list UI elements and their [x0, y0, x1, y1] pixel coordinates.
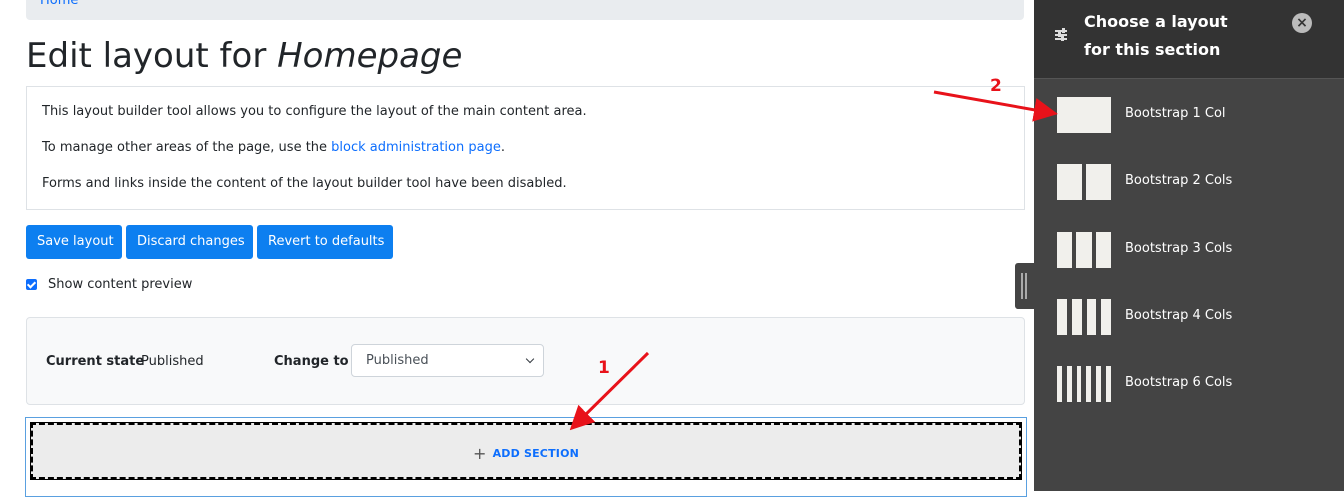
annotation-number-2: 2 [990, 76, 1002, 96]
layout-option-1-col[interactable]: Bootstrap 1 Col [1057, 95, 1327, 135]
preview-label: Show content preview [48, 276, 193, 292]
change-to-label: Change to [274, 354, 349, 369]
current-state-value: Published [141, 354, 204, 369]
columns-4-icon [1057, 299, 1111, 335]
page-title-prefix: Edit layout for [26, 36, 278, 76]
show-content-preview[interactable]: Show content preview [26, 275, 192, 293]
page-title: Edit layout for Homepage [26, 36, 462, 76]
columns-6-icon [1057, 366, 1111, 402]
layout-option-label: Bootstrap 3 Cols [1125, 241, 1233, 256]
layout-option-2-col[interactable]: Bootstrap 2 Cols [1057, 162, 1327, 202]
columns-3-icon [1057, 232, 1111, 268]
sidebar-header: Choose a layout for this section × [1034, 0, 1344, 79]
discard-changes-button[interactable]: Discard changes [126, 225, 253, 259]
sidebar-title: Choose a layout for this section [1084, 12, 1228, 59]
help-message: This layout builder tool allows you to c… [26, 86, 1025, 210]
moderation-state-panel: Current state Published Change to Publis… [26, 317, 1025, 405]
layout-option-4-col[interactable]: Bootstrap 4 Cols [1057, 297, 1327, 337]
plus-icon: + [472, 444, 487, 463]
layout-option-label: Bootstrap 2 Cols [1125, 173, 1233, 188]
help-line-1: This layout builder tool allows you to c… [42, 104, 587, 119]
layout-option-label: Bootstrap 6 Cols [1125, 375, 1233, 390]
layout-option-6-col[interactable]: Bootstrap 6 Cols [1057, 364, 1327, 404]
current-state-label: Current state [46, 354, 145, 369]
revert-to-defaults-button[interactable]: Revert to defaults [257, 225, 393, 259]
change-to-selected-value: Published [366, 353, 429, 368]
help-line-2-suffix: . [500, 140, 505, 155]
chevron-down-icon [525, 354, 535, 364]
change-to-select[interactable]: Published [351, 344, 544, 377]
add-section-label: ADD SECTION [492, 447, 580, 460]
help-line-2-prefix: To manage other areas of the page, use t… [42, 140, 332, 155]
layout-option-label: Bootstrap 4 Cols [1125, 308, 1233, 323]
close-icon[interactable]: × [1292, 13, 1312, 33]
columns-1-icon [1057, 97, 1111, 133]
sidebar-resize-handle[interactable] [1015, 263, 1034, 309]
columns-2-icon [1057, 164, 1111, 200]
block-admin-link[interactable]: block administration page [331, 140, 501, 155]
breadcrumb: Home [26, 0, 1024, 20]
save-layout-button[interactable]: Save layout [26, 225, 122, 259]
layout-builder-region: + ADD SECTION [25, 417, 1027, 497]
off-canvas-sidebar: Choose a layout for this section × Boots… [1034, 0, 1344, 491]
annotation-number-1: 1 [598, 358, 610, 378]
help-line-2: To manage other areas of the page, use t… [42, 140, 505, 155]
preview-checkbox[interactable] [26, 278, 37, 290]
layout-option-3-col[interactable]: Bootstrap 3 Cols [1057, 230, 1327, 270]
settings-sliders-icon [1054, 28, 1068, 42]
add-section-link[interactable]: + ADD SECTION [33, 444, 1019, 463]
page-title-node: Homepage [277, 36, 463, 76]
add-section-block[interactable]: + ADD SECTION [30, 422, 1022, 480]
layout-option-label: Bootstrap 1 Col [1125, 106, 1226, 121]
breadcrumb-home-link[interactable]: Home [40, 0, 78, 8]
help-line-3: Forms and links inside the content of th… [42, 176, 567, 191]
